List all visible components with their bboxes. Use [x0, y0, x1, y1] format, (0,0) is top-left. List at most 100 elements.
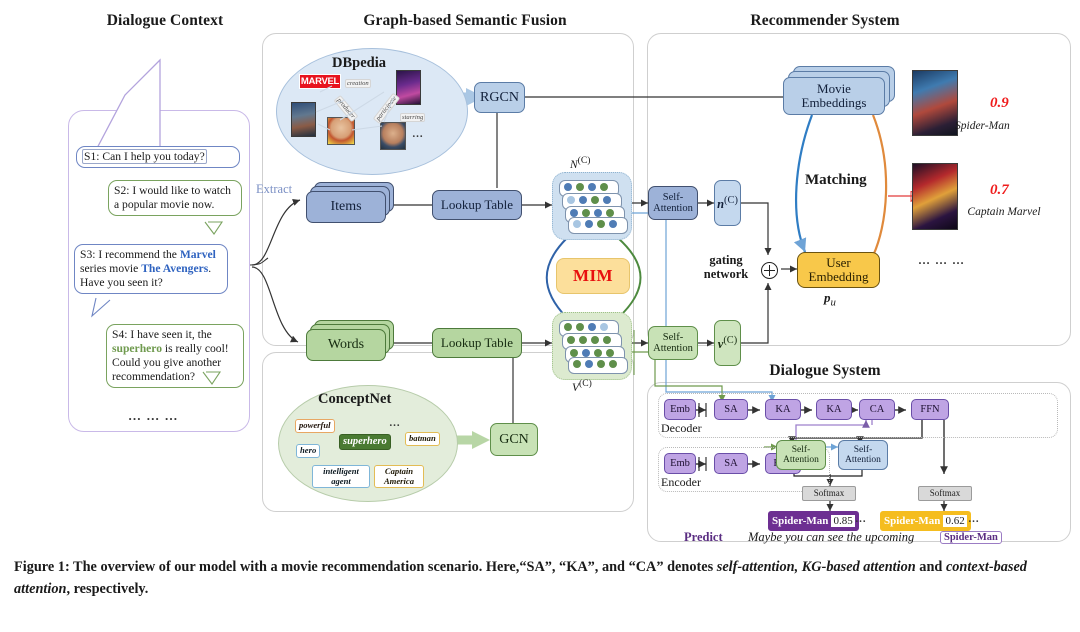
decoder-ka-block-2[interactable]: KA [816, 399, 852, 420]
recommender-ellipsis: … … … [918, 253, 965, 267]
softmax-vocab: Softmax [918, 486, 972, 501]
decoder-ka-block-1[interactable]: KA [765, 399, 801, 420]
matching-label: Matching [805, 172, 867, 188]
copy-token-ellipsis-2: … [968, 513, 980, 525]
figure-caption: Figure 1: The overview of our model with… [14, 556, 1070, 600]
copy-token-word-1: Spider-Man [772, 515, 829, 527]
p-u-label: pu [824, 290, 836, 309]
v-c-superscript: (C) [579, 378, 592, 389]
sum-operator-icon [761, 262, 778, 279]
p-u-subscript: u [830, 296, 836, 309]
concept-node-powerful: powerful [295, 419, 335, 433]
section-title-dialogue-context: Dialogue Context [106, 12, 224, 29]
n-c-fusion-box [552, 172, 632, 240]
section-title-graph-fusion: Graph-based Semantic Fusion [363, 12, 567, 29]
dialogue-bubble-s2: S2: I would like to watch a popular movi… [108, 180, 242, 217]
n-vector-superscript: (C) [724, 194, 738, 206]
movie-name-captain-marvel: Captain Marvel [967, 206, 1041, 218]
copy-self-attention-items[interactable]: Self-Attention [838, 440, 888, 470]
predict-label: Predict [684, 530, 723, 544]
caption-prefix: Figure 1: The overview of our model with… [14, 559, 717, 575]
dbpedia-title: DBpedia [332, 55, 386, 71]
concept-node-captain-america: Captain America [374, 465, 424, 489]
items-box[interactable]: Items [306, 191, 386, 223]
poster-captain-marvel [912, 163, 958, 230]
encoder-sa-block[interactable]: SA [714, 453, 748, 474]
copy-token-spider-man-1: Spider-Man 0.85 [768, 511, 859, 531]
dialogue-s4-pre: S4: I have seen it, the [112, 328, 212, 341]
poster-endgame-small [396, 70, 421, 105]
concept-node-batman: batman [405, 432, 440, 446]
decoder-sa-block[interactable]: SA [714, 399, 748, 420]
encoder-label: Encoder [661, 475, 701, 489]
movie-embeddings-box[interactable]: Movie Embeddings [783, 77, 885, 115]
words-box[interactable]: Words [306, 329, 386, 361]
self-attention-items[interactable]: Self-Attention [648, 186, 698, 220]
copy-token-value-1: 0.85 [831, 515, 855, 527]
poster-spider-man [912, 70, 958, 136]
n-c-symbol: N [570, 158, 578, 171]
caption-emphasis-1: self-attention, KG-based attention [716, 559, 916, 575]
dialogue-s3-mid: series movie [80, 262, 142, 276]
movie-embeddings-stack[interactable]: Movie Embeddings [783, 66, 895, 118]
lookup-table-words[interactable]: Lookup Table [432, 328, 522, 358]
extract-label: Extract [256, 182, 293, 196]
caption-mid: and [915, 559, 946, 575]
poster-avengers-small [291, 102, 316, 137]
decoder-ca-block[interactable]: CA [859, 399, 895, 420]
dialogue-bubble-s4: S4: I have seen it, the superhero is rea… [106, 324, 244, 389]
dbpedia-ellipsis: … [412, 128, 424, 140]
conceptnet-title: ConceptNet [318, 391, 392, 407]
concept-node-hero: hero [296, 444, 321, 458]
v-vector-box: v(C) [714, 320, 741, 366]
caption-suffix: , respectively. [66, 581, 149, 598]
lookup-table-items[interactable]: Lookup Table [432, 190, 522, 220]
gating-network-label: gating network [703, 253, 749, 282]
user-embedding-box[interactable]: User Embedding [797, 252, 880, 288]
relation-creation: creation [345, 79, 371, 88]
n-c-superscript: (C) [577, 155, 591, 166]
v-c-fusion-box [552, 312, 632, 380]
dialogue-bubble-s1: S1: Can I help you today? [76, 146, 240, 169]
dialogue-s4-keyword-superhero: superhero [112, 342, 163, 356]
mim-box[interactable]: MIM [556, 258, 630, 294]
words-stack[interactable]: Words [306, 320, 394, 361]
dialogue-s3-pre: S3: I recommend the [80, 248, 180, 261]
score-captain-marvel: 0.7 [990, 182, 1009, 198]
v-c-symbol: V [572, 381, 580, 394]
concept-node-intelligent-agent: intelligent agent [312, 465, 370, 489]
dialogue-ellipsis: … … … [128, 408, 179, 423]
marvel-logo: MARVEL [299, 74, 341, 89]
decoder-emb-block[interactable]: Emb [664, 399, 696, 420]
concept-node-superhero: superhero [339, 434, 391, 450]
movie-name-spider-man: Spider-Man [955, 120, 1010, 132]
self-attention-words[interactable]: Self-Attention [648, 326, 698, 360]
v-vector-superscript: (C) [723, 334, 738, 346]
relation-starring: starring [400, 113, 426, 122]
figure-root: Dialogue Context Graph-based Semantic Fu… [0, 0, 1080, 632]
predict-text: Maybe you can see the upcoming [748, 530, 915, 544]
dialogue-bubble-s3: S3: I recommend the Marvel series movie … [74, 244, 228, 295]
copy-self-attention-words[interactable]: Self-Attention [776, 440, 826, 470]
rgcn-box[interactable]: RGCN [474, 82, 525, 113]
decoder-ffn-block[interactable]: FFN [911, 399, 949, 420]
n-vector-symbol: n [717, 196, 725, 211]
n-c-label: N(C) [570, 155, 590, 171]
decoder-label: Decoder [661, 421, 702, 435]
gcn-box[interactable]: GCN [490, 423, 538, 456]
n-vector-box: n(C) [714, 180, 741, 226]
dialogue-s1-text: S1: Can I help you today? [82, 149, 207, 164]
conceptnet-ellipsis: … [389, 417, 401, 429]
copy-token-ellipsis-1: … [855, 513, 867, 525]
face-chris-evans [380, 122, 406, 150]
dialogue-s2-text: S2: I would like to watch a popular movi… [114, 184, 231, 212]
score-spider-man: 0.9 [990, 95, 1009, 111]
v-c-label: V(C) [572, 378, 592, 394]
copy-token-value-2: 0.62 [943, 515, 967, 527]
encoder-emb-block[interactable]: Emb [664, 453, 696, 474]
dialogue-s3-keyword-avengers: The Avengers [141, 262, 209, 276]
predict-token-chip: Spider-Man [940, 531, 1002, 544]
dialogue-s3-keyword-marvel: Marvel [179, 248, 216, 261]
copy-token-spider-man-2: Spider-Man 0.62 [880, 511, 971, 531]
items-stack[interactable]: Items [306, 182, 394, 223]
